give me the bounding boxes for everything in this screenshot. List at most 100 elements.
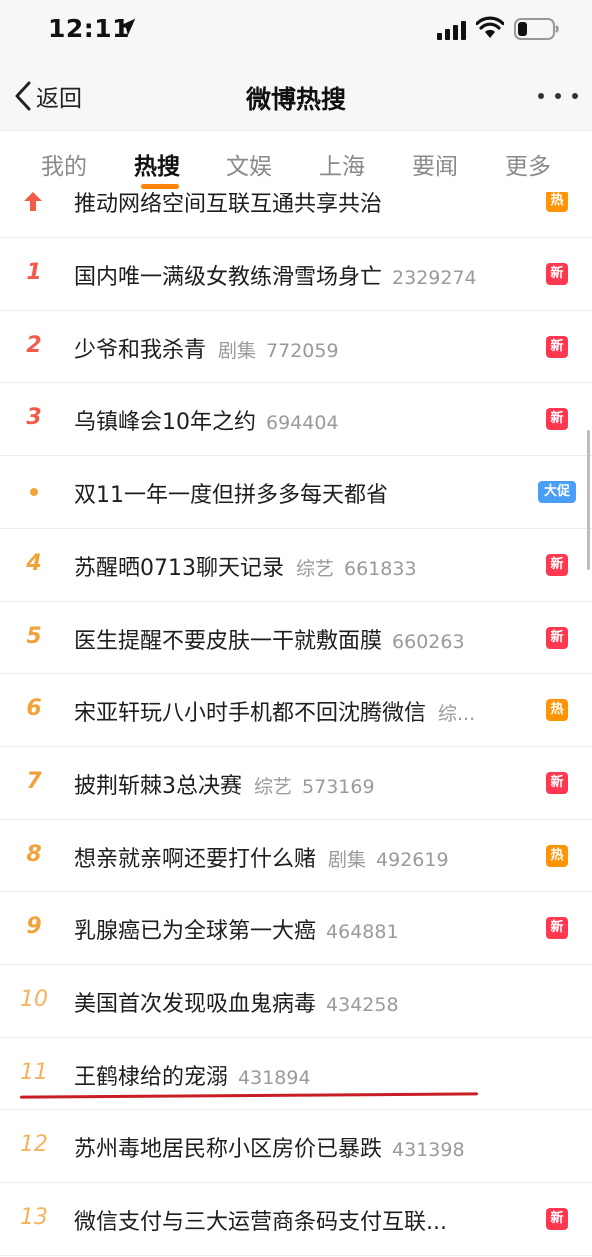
navigation-bar: 返回 微博热搜 [0, 60, 592, 130]
hot-search-row[interactable]: 13 微信支付与三大运营商条码支付互联... 新 [0, 1183, 592, 1256]
tab-mine[interactable]: 我的 [41, 147, 87, 181]
hot-search-row[interactable]: 1 国内唯一满级女教练滑雪场身亡 2329274 新 [0, 238, 592, 311]
topic-title: 微信支付与三大运营商条码支付互联... [74, 1210, 447, 1236]
rising-arrow-icon [24, 192, 42, 212]
hot-search-row[interactable]: 11 王鹤棣给的宠溺 431894 [0, 1037, 592, 1111]
topic-heat-count: 772059 [266, 339, 339, 362]
topic-title: 医生提醒不要皮肤一干就敷面膜 [74, 628, 383, 654]
topic-title-line: 苏州毒地居民称小区房价已暴跌 431398 [74, 1131, 465, 1163]
new-badge: 新 [546, 771, 568, 794]
topic-title: 宋亚轩玩八小时手机都不回沈腾微信 [74, 701, 427, 727]
rank-number: 4 [26, 550, 42, 576]
battery-low-icon [514, 18, 559, 40]
rank-number: 10 [20, 987, 48, 1013]
hot-search-row[interactable]: 9 乳腺癌已为全球第一大癌 464881 新 [0, 892, 592, 965]
topic-title: 推动网络空间互联互通共享共治 [74, 192, 383, 218]
hot-search-row[interactable]: 2 少爷和我杀青 剧集 772059 新 [0, 310, 592, 384]
rank-number: 6 [26, 696, 42, 722]
page-title: 微博热搜 [245, 85, 346, 114]
topic-heat-count: 661833 [344, 557, 417, 580]
hot-search-row[interactable]: 10 美国首次发现吸血鬼病毒 434258 [0, 965, 592, 1038]
topic-title-line: 披荆斩棘3总决赛 综艺 573169 [74, 768, 375, 800]
topic-title-line: 医生提醒不要皮肤一干就敷面膜 660263 [74, 623, 465, 655]
more-options-button[interactable] [538, 82, 578, 110]
more-dots-icon [538, 93, 544, 99]
new-badge: 新 [546, 408, 568, 431]
location-arrow-icon [118, 18, 136, 36]
topic-category: 剧集 [328, 848, 367, 871]
topic-heat-count: 431398 [392, 1139, 465, 1162]
new-badge: 新 [546, 1208, 568, 1231]
hot-badge: 热 [546, 192, 568, 213]
topic-title-line: 苏醒晒0713聊天记录 综艺 661833 [74, 550, 417, 582]
hot-search-row[interactable]: 12 苏州毒地居民称小区房价已暴跌 431398 [0, 1110, 592, 1184]
topic-category: 综... [438, 703, 476, 726]
topic-heat-count: 2329274 [392, 267, 477, 290]
rank-number: 5 [26, 623, 42, 649]
topic-title: 王鹤棣给的宠溺 [74, 1064, 229, 1090]
rank-number: 13 [20, 1205, 48, 1231]
hot-search-row[interactable]: 双11一年一度但拼多多每天都省 大促 [0, 456, 592, 529]
rank-number: 11 [20, 1059, 48, 1085]
tab-shanghai[interactable]: 上海 [319, 147, 365, 181]
hot-badge: 热 [546, 844, 568, 867]
hot-search-row[interactable]: 3 乌镇峰会10年之约 694404 新 [0, 383, 592, 457]
rank-number: 1 [26, 260, 42, 286]
new-badge: 新 [546, 335, 568, 358]
hot-search-row[interactable]: 6 宋亚轩玩八小时手机都不回沈腾微信 综... 热 [0, 674, 592, 747]
topic-heat-count: 492619 [376, 848, 449, 871]
topic-category: 综艺 [254, 775, 293, 798]
hot-search-row[interactable]: 8 想亲就亲啊还要打什么赌 剧集 492619 热 [0, 819, 592, 893]
topic-title: 美国首次发现吸血鬼病毒 [74, 992, 317, 1018]
promo-dot-icon [30, 488, 38, 497]
topic-title: 苏醒晒0713聊天记录 [74, 555, 284, 581]
topic-heat-count: 694404 [266, 412, 339, 435]
topic-heat-count: 660263 [392, 630, 465, 653]
hot-badge: 热 [546, 699, 568, 722]
topic-title: 乌镇峰会10年之约 [74, 410, 256, 436]
topic-title: 想亲就亲啊还要打什么赌 [74, 846, 317, 872]
topic-title-line: 乌镇峰会10年之约 694404 [74, 404, 339, 436]
topic-title: 乳腺癌已为全球第一大癌 [74, 919, 317, 945]
new-badge: 新 [546, 553, 568, 576]
hot-search-row[interactable]: 5 医生提醒不要皮肤一干就敷面膜 660263 新 [0, 601, 592, 675]
topic-title-line: 少爷和我杀青 剧集 772059 [74, 332, 339, 364]
topic-title-line: 宋亚轩玩八小时手机都不回沈腾微信 综... [74, 695, 475, 727]
status-bar: 12:11 [0, 0, 592, 60]
new-badge: 新 [546, 263, 568, 286]
cellular-signal-icon [437, 21, 466, 40]
active-tab-indicator [141, 184, 179, 189]
hot-search-row[interactable]: 推动网络空间互联互通共享共治 热 [0, 192, 592, 238]
promo-badge: 大促 [538, 481, 576, 504]
topic-title-line: 双11一年一度但拼多多每天都省 [74, 477, 388, 509]
rank-number: 12 [20, 1132, 48, 1158]
topic-title: 国内唯一满级女教练滑雪场身亡 [74, 265, 383, 291]
topic-heat-count: 434258 [326, 994, 399, 1017]
hot-search-row[interactable]: 7 披荆斩棘3总决赛 综艺 573169 新 [0, 747, 592, 820]
topic-heat-count: 464881 [326, 921, 399, 944]
rank-number: 3 [26, 405, 42, 431]
topic-title: 披荆斩棘3总决赛 [74, 773, 242, 799]
topic-title-line: 王鹤棣给的宠溺 431894 [74, 1059, 311, 1091]
rank-number: 2 [26, 332, 42, 358]
topic-title-line: 微信支付与三大运营商条码支付互联... [74, 1204, 447, 1236]
topic-category: 综艺 [296, 557, 335, 580]
topic-title-line: 推动网络空间互联互通共享共治 [74, 192, 382, 218]
tab-news[interactable]: 要闻 [412, 147, 458, 181]
topic-category: 剧集 [218, 339, 257, 362]
topic-heat-count: 573169 [302, 775, 375, 798]
topic-heat-count: 431894 [238, 1066, 311, 1089]
rank-number: 8 [26, 841, 42, 867]
new-badge: 新 [546, 917, 568, 940]
topic-title: 苏州毒地居民称小区房价已暴跌 [74, 1137, 383, 1163]
tab-hot-search[interactable]: 热搜 [134, 147, 180, 181]
tab-more[interactable]: 更多 [505, 147, 551, 181]
topic-title: 少爷和我杀青 [74, 337, 207, 363]
category-tabs: 我的 热搜 文娱 上海 要闻 更多 [0, 130, 592, 192]
tab-entertainment[interactable]: 文娱 [226, 147, 272, 181]
hot-search-row[interactable]: 4 苏醒晒0713聊天记录 综艺 661833 新 [0, 529, 592, 602]
topic-title-line: 美国首次发现吸血鬼病毒 434258 [74, 986, 399, 1018]
topic-title-line: 想亲就亲啊还要打什么赌 剧集 492619 [74, 841, 449, 873]
scrollbar[interactable] [587, 430, 590, 570]
rank-number: 9 [26, 914, 42, 940]
